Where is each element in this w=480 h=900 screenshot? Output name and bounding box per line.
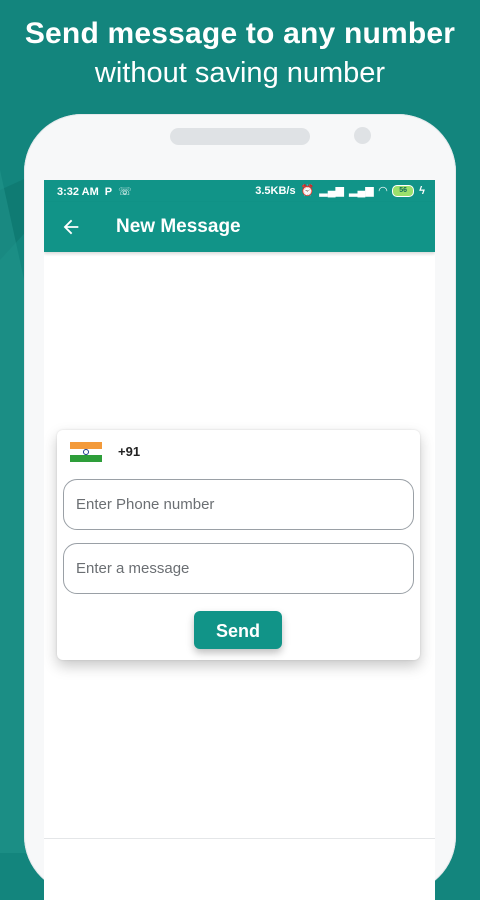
status-time: 3:32 AM (57, 185, 99, 198)
signal-icon: ▂▄▆ (319, 185, 344, 197)
india-flag-icon[interactable] (70, 442, 102, 462)
send-button[interactable]: Send (194, 611, 282, 649)
phone-field[interactable] (63, 479, 414, 530)
app-bar: New Message (44, 202, 435, 252)
battery-icon: 56 (392, 184, 415, 197)
promo-subtitle: without saving number (94, 57, 386, 89)
status-bar: 3:32 AM P ☏ 3.5KB/s ⏰ ▂▄▆ ▂▄▆ ◠ 56 ϟ (44, 180, 435, 202)
phone-speaker (170, 128, 310, 145)
charging-icon: ϟ (419, 184, 425, 197)
message-card: +91 Send (57, 430, 420, 660)
signal-icon-2: ▂▄▆ (348, 185, 374, 197)
page-title: New Message (116, 216, 241, 237)
network-speed: 3.5KB/s (255, 184, 296, 197)
arrow-left-icon[interactable] (60, 216, 82, 238)
call-icon: ☏ (118, 186, 132, 198)
phone-frame: 3:32 AM P ☏ 3.5KB/s ⏰ ▂▄▆ ▂▄▆ ◠ 56 ϟ New… (24, 114, 456, 900)
promo-headline: Send message to any number without savin… (0, 14, 480, 92)
bottom-divider (44, 838, 435, 839)
alarm-icon: ⏰ (300, 185, 315, 197)
p-icon: P (104, 185, 113, 198)
phone-screen: 3:32 AM P ☏ 3.5KB/s ⏰ ▂▄▆ ▂▄▆ ◠ 56 ϟ New… (44, 180, 435, 900)
message-field[interactable] (63, 543, 414, 594)
country-code[interactable]: +91 (118, 444, 140, 459)
message-input[interactable] (64, 544, 396, 593)
wifi-icon: ◠ (378, 185, 388, 197)
phone-camera (354, 127, 371, 144)
promo-title: Send message to any number (24, 17, 456, 50)
phone-input[interactable] (64, 480, 396, 529)
